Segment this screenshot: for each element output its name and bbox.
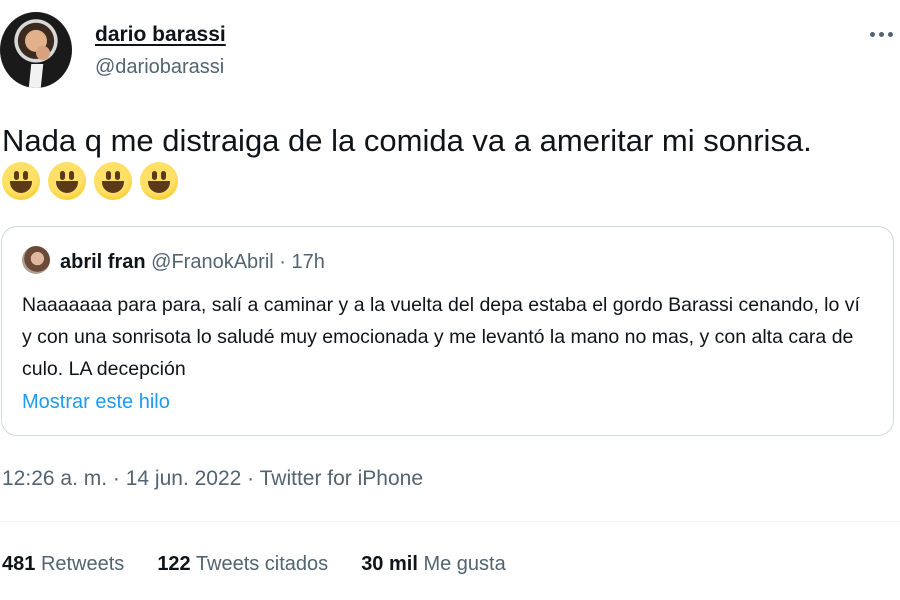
likes-count: 30 mil <box>361 553 418 575</box>
quoted-author-handle: @FranokAbril <box>151 251 274 273</box>
quoted-timestamp[interactable]: 17h <box>292 251 325 273</box>
grinning-face-emoji-icon <box>2 162 40 200</box>
quoted-tweet-card[interactable]: abril fran @FranokAbril · 17h Naaaaaaa p… <box>1 226 894 436</box>
grinning-face-emoji-icon <box>48 162 86 200</box>
stat-retweets[interactable]: 481 Retweets <box>2 553 124 576</box>
author-avatar[interactable] <box>0 12 72 88</box>
grinning-face-emoji-icon <box>94 162 132 200</box>
retweets-label: Retweets <box>40 553 125 575</box>
quoted-author-avatar <box>22 246 50 274</box>
tweet-timestamp-source[interactable]: 12:26 a. m. · 14 jun. 2022 · Twitter for… <box>2 467 423 491</box>
more-options-icon[interactable] <box>866 22 896 46</box>
quoted-author-name: abril fran <box>60 251 146 273</box>
stat-likes[interactable]: 30 mil Me gusta <box>361 553 506 576</box>
stat-quote-tweets[interactable]: 122 Tweets citados <box>157 553 328 576</box>
divider <box>0 521 900 522</box>
quote-tweets-count: 122 <box>157 553 191 575</box>
tweet-page: dario barassi @dariobarassi Nada q me di… <box>0 0 900 600</box>
retweets-count: 481 <box>2 553 36 575</box>
quoted-tweet-header: abril fran @FranokAbril · 17h <box>60 251 325 274</box>
tweet-stats: 481 Retweets 122 Tweets citados 30 mil M… <box>2 553 506 576</box>
quoted-separator: · <box>279 251 286 273</box>
author-display-name[interactable]: dario barassi <box>95 23 226 47</box>
grinning-face-emoji-icon <box>140 162 178 200</box>
show-thread-link[interactable]: Mostrar este hilo <box>22 391 170 414</box>
author-handle[interactable]: @dariobarassi <box>95 56 224 79</box>
quote-tweets-label: Tweets citados <box>195 553 329 575</box>
tweet-body: Nada q me distraiga de la comida va a am… <box>2 123 812 158</box>
quoted-tweet-text: Naaaaaaa para para, salí a caminar y a l… <box>22 294 860 380</box>
likes-label: Me gusta <box>423 553 506 575</box>
tweet-text: Nada q me distraiga de la comida va a am… <box>2 120 862 204</box>
